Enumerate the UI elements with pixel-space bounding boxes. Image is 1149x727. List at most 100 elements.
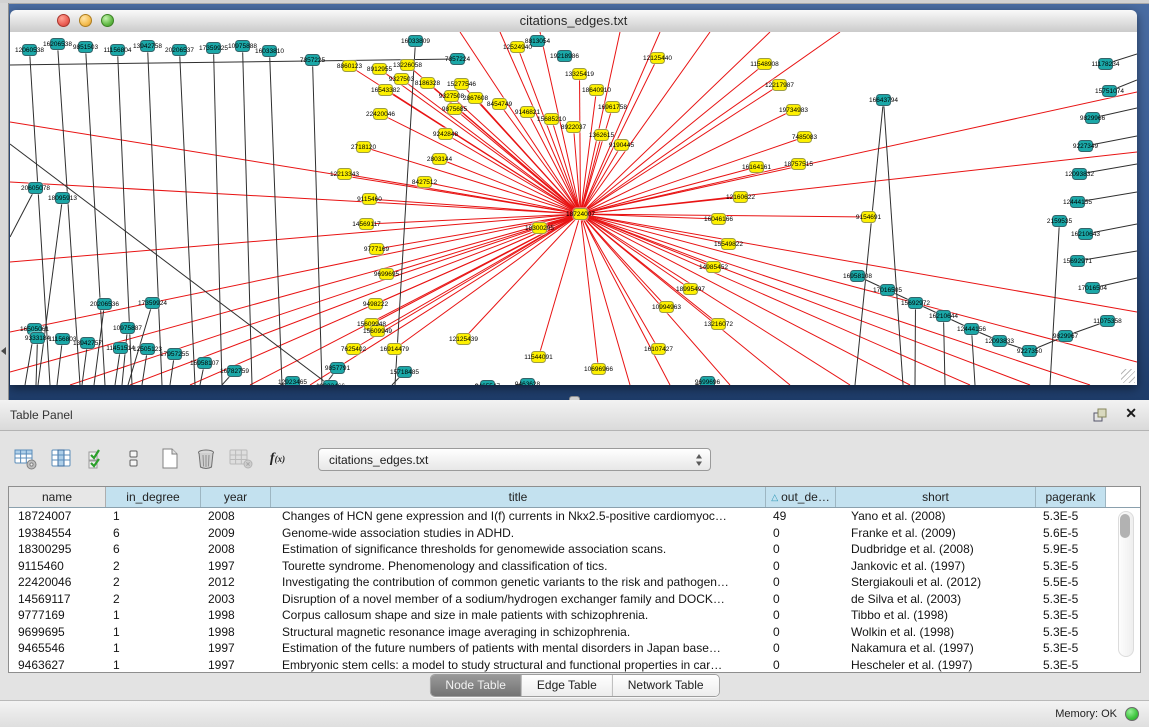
column-header-name[interactable]: name [9,487,106,507]
graph-node[interactable] [337,168,352,180]
graph-node[interactable] [936,310,951,322]
graph-node[interactable] [1058,330,1073,342]
table-row[interactable]: 1938455462009Genome-wide association stu… [9,525,1140,542]
graph-node[interactable] [323,380,338,385]
graph-node[interactable] [370,325,385,337]
graph-node[interactable] [378,84,393,96]
tab-network-table[interactable]: Network Table [613,675,719,696]
table-row[interactable]: 1456911722003Disruption of a novel membe… [9,591,1140,608]
graph-node[interactable] [140,40,155,52]
graph-node[interactable] [78,41,93,53]
tab-edge-table[interactable]: Edge Table [522,675,613,696]
graph-node[interactable] [876,94,891,106]
graph-node[interactable] [786,104,801,116]
network-canvas[interactable]: 1872400788601238912955132260589327503165… [10,32,1137,385]
graph-node[interactable] [80,337,95,349]
graph-hub-node[interactable] [573,208,588,220]
graph-node[interactable] [285,376,300,385]
float-window-icon[interactable] [1091,406,1109,424]
graph-node[interactable] [1085,282,1100,294]
window-titlebar[interactable]: citations_edges.txt [10,10,1137,33]
graph-node[interactable] [372,63,387,75]
graph-node[interactable] [97,298,112,310]
graph-node[interactable] [113,342,128,354]
table-row[interactable]: 2242004622012Investigating the contribut… [9,574,1140,591]
graph-node[interactable] [520,106,535,118]
graph-node[interactable] [368,298,383,310]
graph-node[interactable] [711,213,726,225]
graph-node[interactable] [450,53,465,65]
new-column-icon[interactable] [156,446,183,473]
graph-node[interactable] [330,362,345,374]
graph-node[interactable] [683,283,698,295]
graph-node[interactable] [55,192,70,204]
graph-node[interactable] [589,84,604,96]
graph-node[interactable] [454,78,469,90]
graph-node[interactable] [362,193,377,205]
graph-node[interactable] [650,52,665,64]
graph-node[interactable] [305,54,320,66]
graph-node[interactable] [172,44,187,56]
graph-node[interactable] [369,243,384,255]
graph-node[interactable] [992,335,1007,347]
graph-node[interactable] [1098,58,1113,70]
graph-node[interactable] [420,77,435,89]
graph-node[interactable] [721,238,736,250]
graph-node[interactable] [438,128,453,140]
graph-node[interactable] [1102,85,1117,97]
graph-node[interactable] [1070,196,1085,208]
table-row[interactable]: 1872400712008Changes of HCN gene express… [9,508,1140,525]
graph-node[interactable] [1085,112,1100,124]
table-row[interactable]: 911546021997Tourette syndrome. Phenomeno… [9,558,1140,575]
graph-node[interactable] [262,45,277,57]
delete-icon[interactable] [192,446,219,473]
graph-node[interactable] [749,161,764,173]
graph-node[interactable] [861,211,876,223]
graph-node[interactable] [227,365,242,377]
column-header-year[interactable]: year [201,487,271,507]
graph-node[interactable] [1072,168,1087,180]
column-header-in_degree[interactable]: in_degree [106,487,201,507]
graph-node[interactable] [651,343,666,355]
tab-node-table[interactable]: Node Table [430,675,522,696]
graph-node[interactable] [557,50,572,62]
graph-node[interactable] [614,139,629,151]
table-row[interactable]: 946362711997Embryonic stem cells: a mode… [9,657,1140,674]
graph-node[interactable] [659,301,674,313]
graph-node[interactable] [145,297,160,309]
graph-node[interactable] [30,332,45,344]
graph-node[interactable] [964,323,979,335]
graph-node[interactable] [1078,228,1093,240]
graph-node[interactable] [235,40,250,52]
graph-node[interactable] [706,261,721,273]
graph-node[interactable] [492,98,507,110]
graph-node[interactable] [1052,215,1067,227]
graph-node[interactable] [711,318,726,330]
graph-node[interactable] [444,90,459,102]
row-height-icon[interactable] [120,446,147,473]
graph-node[interactable] [791,158,806,170]
close-panel-icon[interactable]: ✕ [1125,405,1137,422]
graph-node[interactable] [408,35,423,47]
graph-node[interactable] [797,131,812,143]
graph-node[interactable] [432,153,447,165]
graph-node[interactable] [594,129,609,141]
graph-node[interactable] [387,343,402,355]
graph-node[interactable] [167,348,182,360]
graph-node[interactable] [530,35,545,47]
graph-node[interactable] [342,60,357,72]
graph-node[interactable] [28,182,43,194]
network-table-selector[interactable]: citations_edges.txt [318,448,711,471]
column-header-short[interactable]: short [836,487,1036,507]
graph-node[interactable] [140,343,155,355]
graph-node[interactable] [1070,255,1085,267]
graph-node[interactable] [397,366,412,378]
collapse-panel-arrow-icon[interactable] [1,347,6,355]
column-header-pagerank[interactable]: pagerank [1036,487,1106,507]
table-scrollbar[interactable] [1118,511,1134,657]
graph-node[interactable] [22,44,37,56]
resize-grip[interactable] [1121,369,1135,383]
graph-node[interactable] [373,108,388,120]
graph-node[interactable] [531,351,546,363]
graph-node[interactable] [510,41,525,53]
